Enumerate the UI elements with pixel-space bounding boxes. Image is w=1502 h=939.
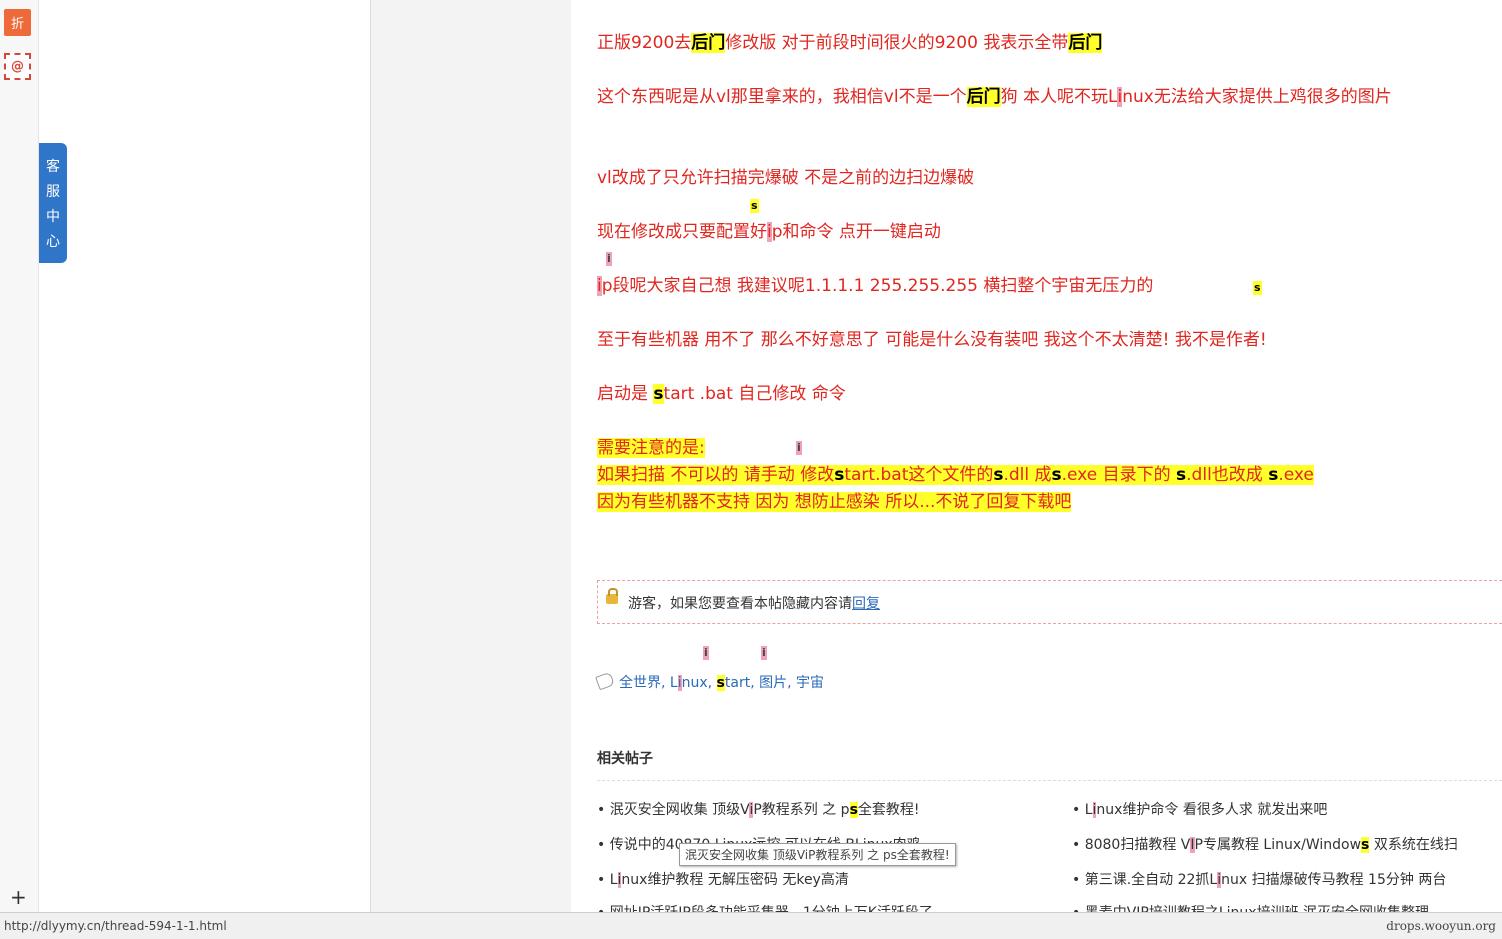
highlight-marker: s — [1253, 281, 1262, 295]
discount-icon[interactable]: 折 — [4, 9, 31, 36]
divider — [597, 780, 1502, 781]
post-line: 如果扫描 不可以的 请手动 修改start.bat这个文件的s.dll 成s.e… — [597, 465, 1314, 485]
tooltip: 泯灭安全网收集 顶级ViP教程系列 之 ps全套教程! — [679, 843, 956, 866]
reply-link[interactable]: 回复 — [852, 596, 880, 612]
highlight-marker: i — [703, 646, 709, 660]
post-line: 这个东西呢是从vl那里拿来的，我相信vl不是一个后门狗 本人呢不玩Linux无法… — [597, 87, 1392, 107]
tag-link[interactable]: Linux — [670, 675, 708, 691]
related-post-link[interactable]: • Linux维护教程 无解压密码 无key高清 — [597, 869, 849, 889]
mail-at-icon[interactable]: @ — [4, 53, 31, 80]
highlight-marker: i — [606, 252, 612, 266]
post-line: vl改成了只允许扫描完爆破 不是之前的边扫边爆破 — [597, 168, 975, 188]
post-line: 至于有些机器 用不了 那么不好意思了 可能是什么没有装吧 我这个不太清楚! 我不… — [597, 330, 1267, 350]
tag-list: 全世界, Linux, start, 图片, 宇宙 — [595, 671, 824, 692]
post-line: 现在修改成只要配置好ip和命令 点开一键启动 — [597, 222, 941, 242]
highlight-marker: s — [750, 199, 759, 213]
post-line: 启动是 start .bat 自己修改 命令 — [597, 384, 846, 404]
tag-link[interactable]: 全世界 — [619, 675, 661, 691]
tag-link[interactable]: 宇宙 — [796, 675, 824, 691]
highlight-marker: i — [796, 441, 802, 455]
post-line: 需要注意的是: — [597, 438, 705, 458]
post-line: 因为有些机器不支持 因为 想防止感染 所以...不说了回复下载吧 — [597, 492, 1072, 512]
watermark: drops.wooyun.org — [1386, 919, 1496, 933]
highlight-marker: i — [761, 646, 767, 660]
related-post-link[interactable]: • 第三课.全自动 22抓Linux 扫描爆破传马教程 15分钟 两台 — [1072, 869, 1446, 889]
notice-text: 游客，如果您要查看本帖隐藏内容请 — [628, 596, 852, 612]
post-line: 正版9200去后门修改版 对于前段时间很火的9200 我表示全带后门 — [597, 33, 1103, 53]
related-posts-title: 相关帖子 — [597, 751, 653, 767]
left-toolbar: 折 @ + — [0, 0, 39, 912]
lock-icon — [606, 588, 618, 604]
gutter — [371, 0, 571, 912]
related-post-link[interactable]: • Linux维护命令 看很多人求 就发出来吧 — [1072, 799, 1327, 819]
kefu-char: 服 — [46, 184, 60, 200]
related-post-link[interactable]: • 8080扫描教程 VIP专属教程 Linux/Windows 双系统在线扫 — [1072, 834, 1458, 854]
tag-icon — [595, 671, 615, 691]
post-line: ip段呢大家自己想 我建议呢1.1.1.1 255.255.255 横扫整个宇宙… — [597, 276, 1154, 296]
add-icon[interactable]: + — [10, 885, 27, 909]
sidebar-column — [39, 0, 371, 912]
kefu-char: 心 — [46, 234, 60, 250]
tag-link[interactable]: start — [716, 675, 750, 691]
kefu-char: 中 — [46, 209, 60, 225]
status-bar: http://dlyymy.cn/thread-594-1-1.html dro… — [0, 912, 1502, 939]
customer-service-tab[interactable]: 客 服 中 心 — [39, 143, 67, 263]
status-url: http://dlyymy.cn/thread-594-1-1.html — [4, 919, 227, 933]
kefu-char: 客 — [46, 159, 60, 175]
hidden-content-notice: 游客，如果您要查看本帖隐藏内容请回复 — [597, 580, 1502, 624]
tag-link[interactable]: 图片 — [759, 675, 787, 691]
related-post-link[interactable]: • 泯灭安全网收集 顶级ViP教程系列 之 ps全套教程! — [597, 799, 920, 819]
post-content: 正版9200去后门修改版 对于前段时间很火的9200 我表示全带后门 这个东西呢… — [572, 0, 1502, 921]
